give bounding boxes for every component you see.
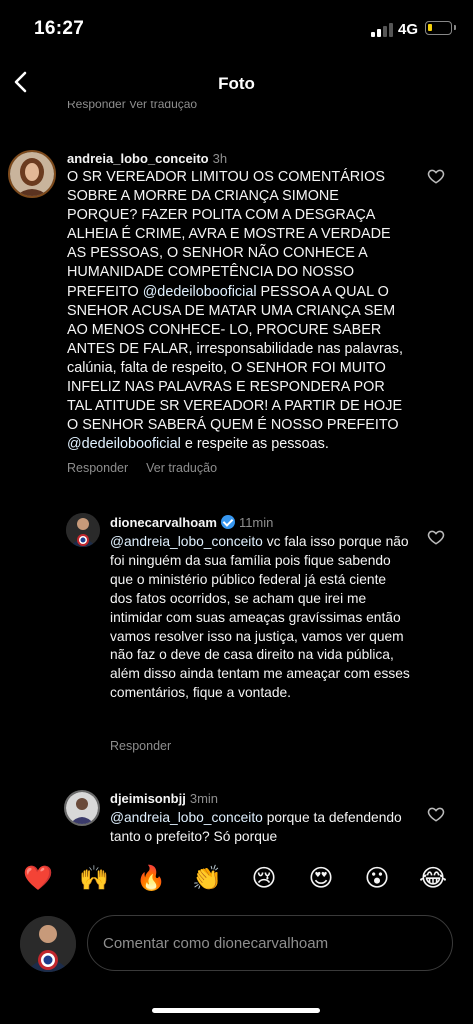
status-bar: 16:27 4G: [0, 0, 473, 58]
comment-text: @andreia_lobo_conceito vc fala isso porq…: [110, 533, 410, 703]
reply-button[interactable]: Responder: [110, 739, 171, 753]
username[interactable]: andreia_lobo_conceito: [67, 151, 209, 166]
emoji-clapping[interactable]: 👏: [190, 864, 224, 893]
comment-text-part: vc fala isso porque não foi ninguém da s…: [110, 534, 410, 701]
mention-link[interactable]: @dedeilobooficial: [143, 284, 257, 300]
comment-text: O SR VEREADOR LIMITOU OS COMENTÁRIOS SOB…: [67, 168, 407, 454]
signal-icon: [371, 23, 393, 37]
comment-andreia: andreia_lobo_conceito 3h O SR VEREADOR LI…: [0, 140, 473, 485]
emoji-reaction-bar: ❤️ 🙌 🔥 👏 😢 😍 😮 😂: [0, 850, 473, 910]
emoji-crying[interactable]: 😢: [247, 864, 281, 893]
emoji-heart[interactable]: ❤️: [21, 864, 55, 893]
verified-badge-icon: [220, 515, 235, 529]
emoji-laughing[interactable]: 😂: [416, 864, 450, 893]
comment-time: 3min: [189, 791, 219, 806]
battery-icon: [425, 21, 456, 35]
username[interactable]: dionecarvalhoam: [110, 515, 217, 530]
comment-actions: Responder Ver tradução: [67, 461, 235, 475]
own-avatar: [20, 916, 76, 972]
comment-header: dionecarvalhoam 11min: [110, 515, 273, 530]
comment-text-part: O SR VEREADOR LIMITOU OS COMENTÁRIOS SOB…: [67, 169, 391, 300]
avatar[interactable]: [8, 150, 56, 198]
home-indicator: [152, 1008, 320, 1013]
mention-link[interactable]: @andreia_lobo_conceito: [110, 810, 263, 825]
comment-text-part: e respeite as pessoas.: [180, 436, 329, 453]
username[interactable]: djeimisonbjj: [110, 791, 186, 806]
comment-text-part: PESSOA A QUAL O SNEHOR ACUSA DE MATAR UM…: [67, 283, 403, 434]
mention-link[interactable]: @andreia_lobo_conceito: [110, 534, 263, 549]
page-title: Foto: [218, 74, 255, 93]
nav-bar: Foto: [0, 58, 473, 106]
like-heart-icon[interactable]: [427, 167, 445, 185]
comment-composer: Comentar como dionecarvalhoam: [0, 910, 473, 980]
comment-input[interactable]: Comentar como dionecarvalhoam: [87, 915, 453, 971]
comment-header: djeimisonbjj 3min: [110, 791, 218, 806]
emoji-raised-hands[interactable]: 🙌: [77, 864, 111, 893]
comment-djeimisonbjj: djeimisonbjj 3min @andreia_lobo_conceito …: [0, 785, 473, 850]
network-label: 4G: [398, 21, 419, 38]
like-heart-icon[interactable]: [427, 528, 445, 546]
comment-dionecarvalhoam: dionecarvalhoam 11min @andreia_lobo_conce…: [0, 505, 473, 765]
emoji-surprised[interactable]: 😮: [360, 864, 394, 893]
comment-actions: Responder: [110, 739, 189, 753]
comment-time: 11min: [238, 515, 274, 530]
emoji-fire[interactable]: 🔥: [134, 864, 168, 893]
comment-header: andreia_lobo_conceito 3h: [67, 151, 227, 166]
reply-button[interactable]: Responder: [67, 461, 128, 475]
comment-time: 3h: [212, 151, 228, 166]
previous-comment-actions: Responder Ver tradução: [67, 101, 198, 111]
translate-button[interactable]: Ver tradução: [146, 461, 217, 475]
emoji-heart-eyes[interactable]: 😍: [304, 864, 338, 893]
comment-text: @andreia_lobo_conceito porque ta defende…: [110, 809, 410, 847]
avatar[interactable]: [66, 513, 100, 547]
mention-link[interactable]: @dedeilobooficial: [67, 436, 181, 452]
like-heart-icon[interactable]: [427, 805, 445, 823]
avatar[interactable]: [64, 790, 100, 826]
status-time: 16:27: [34, 18, 85, 39]
